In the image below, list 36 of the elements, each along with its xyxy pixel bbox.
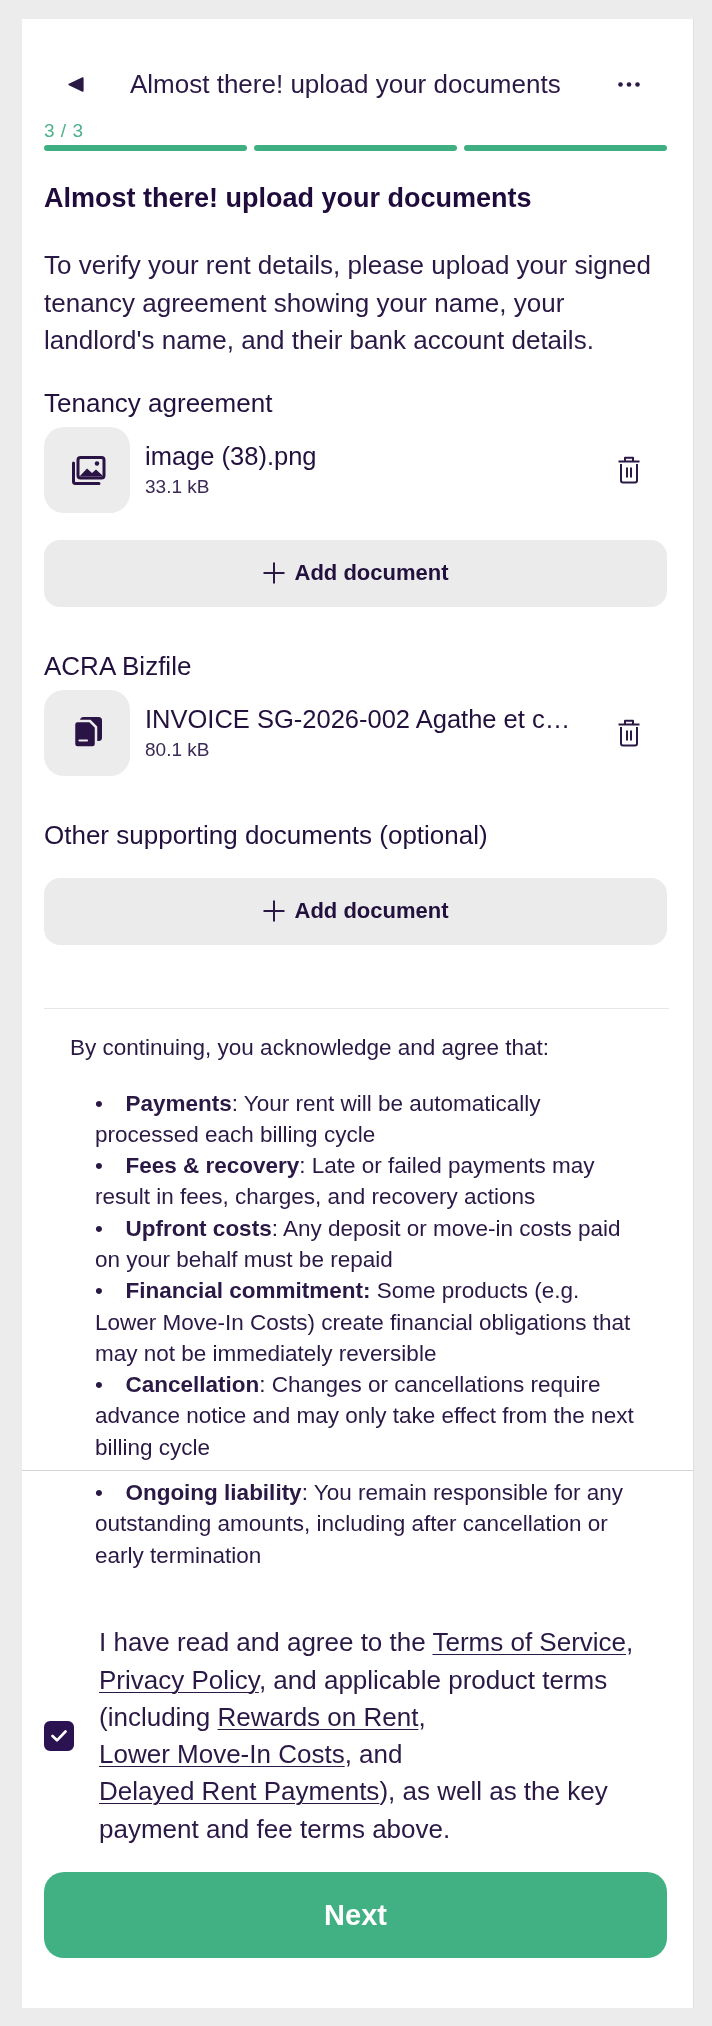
- add-document-button[interactable]: Add document: [44, 877, 667, 945]
- text-link[interactable]: Privacy Policy: [99, 1664, 259, 1695]
- trash-icon[interactable]: [617, 455, 641, 484]
- file-size: 80.1 kB: [145, 737, 210, 762]
- file-size: 33.1 kB: [145, 474, 210, 499]
- terms-item: • Cancellation: Changes or cancellations require advance notice and may only take effect from the next billing cycle: [95, 1371, 635, 1462]
- plus-icon: [262, 562, 285, 584]
- text-link[interactable]: Lower Move-In Costs: [99, 1739, 345, 1770]
- header-title: Almost there! upload your documents: [130, 70, 561, 98]
- consent-checkbox[interactable]: [44, 1721, 74, 1752]
- page-heading: Almost there! upload your documents: [44, 182, 532, 214]
- more-icon[interactable]: [618, 81, 640, 87]
- terms-item: • Payments: Your rent will be automatically processed each billing cycle: [95, 1089, 542, 1149]
- file-name: image (38).png: [145, 440, 317, 471]
- document-icon: [44, 689, 130, 776]
- check-icon: [51, 1730, 67, 1743]
- text-link[interactable]: Delayed Rent Payments: [99, 1776, 380, 1807]
- terms-item: • Financial commitment: Some products (e.g. Lower Move-In Costs) create financial obligations that may not be immediately reversible: [95, 1277, 632, 1368]
- section-label: ACRA Bizfile: [44, 649, 192, 682]
- plus-icon: [262, 900, 285, 922]
- file-name: INVOICE SG-2026-002 Agathe et c…: [145, 703, 571, 734]
- trash-icon[interactable]: [617, 718, 641, 747]
- text-link[interactable]: Rewards on Rent: [217, 1701, 419, 1732]
- terms-intro: By continuing, you acknowledge and agree that:: [70, 1033, 551, 1062]
- terms-item: • Ongoing liability: You remain responsible for any outstanding amounts, including after cancellation or early termination: [95, 1479, 625, 1570]
- images-icon: [44, 426, 130, 513]
- section-label: Tenancy agreement: [44, 386, 273, 419]
- back-icon[interactable]: [68, 76, 84, 92]
- terms-item: • Upfront costs: Any deposit or move-in costs paid on your behalf must be repaid: [95, 1214, 622, 1274]
- step-counter: 3 / 3: [44, 120, 84, 142]
- text-link[interactable]: Terms of Service: [432, 1627, 627, 1658]
- terms-item: • Fees & recovery: Late or failed payments may result in fees, charges, and recovery actions: [95, 1152, 596, 1212]
- add-document-button[interactable]: Add document: [44, 539, 667, 607]
- section-label: Other supporting documents (optional): [44, 818, 488, 851]
- intro-text: To verify your rent details, please upload your signed tenancy agreement showing your name, your landlord's name, and their bank account details.: [44, 249, 652, 357]
- consent-text: I have read and agree to the Terms of Service, Privacy Policy, and applicable product terms (including Rewards on Rent, Lower Move-In Costs, and Delayed Rent Payments), as well as the key payment and fee terms above.: [99, 1626, 635, 1846]
